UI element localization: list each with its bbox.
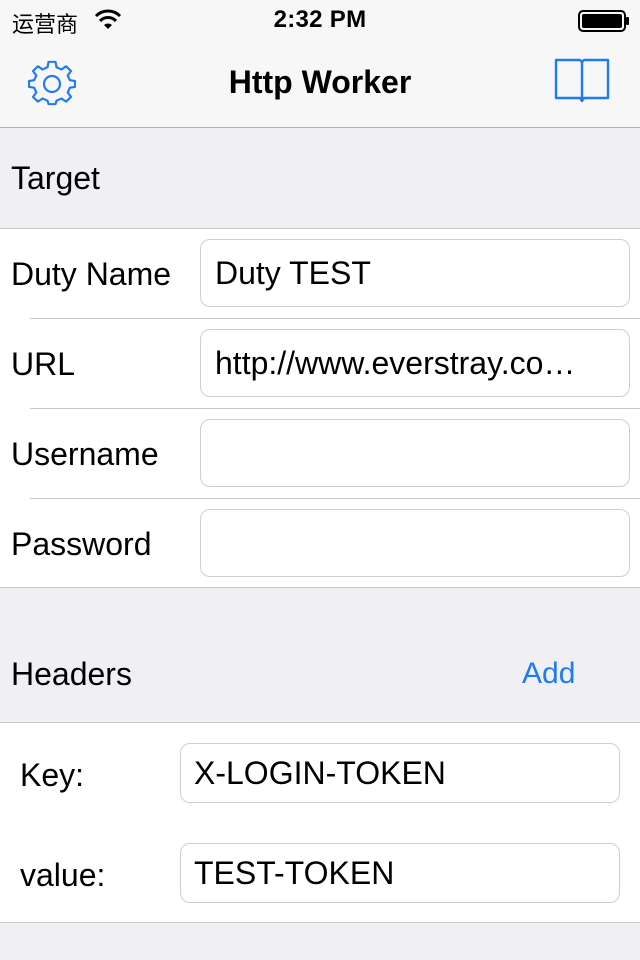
status-time: 2:32 PM [273, 6, 367, 33]
header-key-label: Key: [20, 757, 85, 793]
target-section-header: Target [0, 129, 640, 228]
url-row: URL http://www.everstray.co… [0, 319, 640, 409]
header-item: Key: X-LOGIN-TOKEN value: TEST-TOKEN [0, 722, 640, 923]
url-field[interactable]: http://www.everstray.co… [200, 329, 630, 397]
password-label: Password [11, 526, 152, 562]
password-field[interactable] [200, 509, 630, 577]
duty-name-label: Duty Name [11, 256, 172, 292]
target-section-title: Target [11, 160, 100, 196]
username-label: Username [11, 436, 159, 472]
book-icon[interactable] [554, 56, 610, 108]
screen: 运营商 2:32 PM Http Worker Target Duty Name… [0, 0, 640, 960]
duty-name-row: Duty Name Duty TEST [0, 229, 640, 319]
status-bar: 运营商 2:32 PM [0, 0, 640, 40]
username-field[interactable] [200, 419, 630, 487]
page-title: Http Worker [228, 64, 412, 100]
duty-name-field[interactable]: Duty TEST [200, 239, 630, 307]
battery-icon [578, 10, 629, 32]
navigation-bar: Http Worker [0, 40, 640, 128]
target-form: Duty Name Duty TEST URL http://www.evers… [0, 228, 640, 588]
headers-section-title: Headers [11, 656, 132, 692]
username-row: Username [0, 409, 640, 499]
header-key-field[interactable]: X-LOGIN-TOKEN [180, 743, 620, 803]
url-label: URL [11, 346, 76, 382]
password-row: Password [0, 499, 640, 589]
header-value-label: value: [20, 857, 106, 893]
header-value-field[interactable]: TEST-TOKEN [180, 843, 620, 903]
add-header-button[interactable]: Add [522, 657, 575, 691]
headers-section-header: Headers Add [0, 589, 640, 722]
